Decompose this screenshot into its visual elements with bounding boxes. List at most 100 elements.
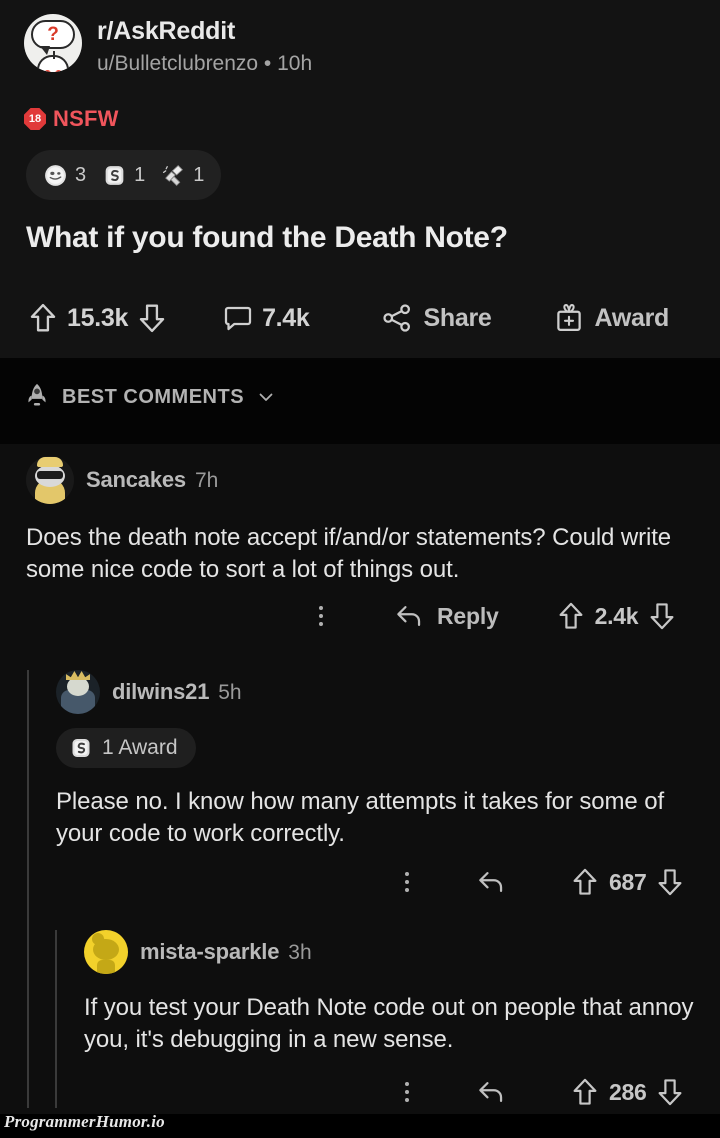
bubble-tail-shape [40,46,50,55]
comments-list: Sancakes 7h Does the death note accept if… [0,444,720,1114]
post-header: ? r/AskReddit u/Bulletclubrenzo • 10h [24,14,312,76]
share-button[interactable]: Share [381,303,492,333]
comment-action-bar: 286 [396,1077,684,1107]
snoo-eye-right [55,70,62,72]
comment-body: If you test your Death Note code out on … [84,994,694,1053]
comment-header: mista-sparkle 3h [84,930,720,974]
post-header-text: r/AskReddit u/Bulletclubrenzo • 10h [97,14,312,76]
avatar-hat-shape [37,457,63,467]
upvote-arrow-icon[interactable] [571,1077,599,1107]
more-options-icon[interactable] [310,606,332,626]
comment-author[interactable]: mista-sparkle 3h [140,939,312,965]
post-container: ? r/AskReddit u/Bulletclubrenzo • 10h 18… [0,0,720,358]
comment-header: dilwins21 5h [56,670,716,714]
avatar-crown-shape [66,671,90,680]
comment-action-bar: 687 [396,867,684,897]
comment-score: 687 [609,868,647,895]
upvote-arrow-icon[interactable] [571,867,599,897]
mista-sparkle-snoo-avatar[interactable] [84,930,128,974]
post-action-bar: 15.3k 7.4k Share Award [28,302,669,334]
downvote-arrow-icon[interactable] [137,302,167,334]
silver-coin-award-icon [45,164,66,186]
comment-author-name: Sancakes [86,467,186,492]
downvote-arrow-icon[interactable] [656,1077,684,1107]
post-comments-button[interactable]: 7.4k [223,303,318,333]
comment-age: 7h [194,469,219,492]
upvote-arrow-icon[interactable] [28,302,58,334]
reply-button[interactable] [476,1079,519,1105]
comments-sort-bar: BEST COMMENTS [0,358,720,444]
award-count: 1 [193,163,205,186]
snoo-head-shape [37,51,69,72]
award-label: Award [594,303,670,332]
upvote-arrow-icon[interactable] [557,601,585,631]
comment-awards-row: 1 Award [56,728,716,768]
comment-age: 5h [218,681,242,704]
subreddit-name[interactable]: r/AskReddit [97,17,312,47]
award-count: 3 [75,163,87,186]
rocket-icon [28,383,46,406]
comment-author[interactable]: Sancakes 7h [86,467,218,493]
downvote-arrow-icon[interactable] [656,867,684,897]
comment-header: Sancakes 7h [26,456,716,504]
sort-selector[interactable]: BEST COMMENTS [24,382,276,412]
nsfw-tag: 18 NSFW [24,106,119,132]
askreddit-snoo-question-avatar[interactable]: ? [24,14,82,72]
post-score: 15.3k [67,303,129,332]
nsfw-18-badge-icon: 18 [24,108,46,130]
dilwins21-knight-avatar[interactable] [56,670,100,714]
thread-line-depth-2[interactable] [55,930,57,1108]
comment-item: dilwins21 5h 1 Award Please no. I know ho… [56,670,716,850]
nsfw-label: NSFW [53,106,119,131]
avatar-torso-shape [97,960,115,974]
snoo-antenna-shape [53,51,55,59]
reply-arrow-icon [397,606,421,626]
comment-author-name: mista-sparkle [140,939,280,964]
award-entry[interactable]: 3 [43,163,86,188]
reply-button[interactable]: Reply [394,603,499,630]
comment-body: Please no. I know how many attempts it t… [56,788,665,847]
silver-s-award-icon [105,165,124,185]
reply-arrow-icon [479,1082,503,1102]
post-vote-group: 15.3k [28,302,167,334]
reply-button[interactable] [476,869,519,895]
reply-arrow-icon [479,872,503,892]
downvote-arrow-icon[interactable] [648,601,676,631]
comment-item: mista-sparkle 3h If you test your Death N… [84,930,720,1056]
comment-body: Does the death note accept if/and/or sta… [26,524,672,583]
chevron-down-icon[interactable] [256,387,276,407]
more-options-icon[interactable] [396,872,418,892]
thread-line-depth-1[interactable] [27,670,29,1108]
avatar-head-shape [93,939,119,960]
comment-author-name: dilwins21 [112,679,210,704]
share-node-icon [382,304,410,332]
gift-award-icon [556,304,581,331]
comment-author[interactable]: dilwins21 5h [112,679,242,705]
award-count: 1 [134,163,146,186]
comment-award-text: 1 Award [102,736,178,759]
snoo-eye-left [44,70,51,72]
watermark: ProgrammerHumor.io [4,1112,165,1131]
comment-score: 2.4k [594,602,639,629]
question-mark-bubble: ? [31,20,75,49]
reddit-post-screen: ? r/AskReddit u/Bulletclubrenzo • 10h 18… [0,0,720,1138]
sort-label: BEST COMMENTS [62,385,245,408]
post-awards-pill[interactable]: 3 1 1 [26,150,222,200]
more-options-icon[interactable] [396,1082,418,1102]
reply-label: Reply [437,602,499,629]
award-button[interactable]: Award [554,302,669,334]
comment-age: 3h [288,941,312,964]
award-entry[interactable]: 1 [102,163,145,188]
comment-bubble-icon [224,306,252,331]
sancakes-snoo-sunglasses-avatar[interactable] [26,456,74,504]
avatar-sunglasses-shape [37,471,63,479]
award-entry[interactable]: 1 [161,163,204,188]
comment-award-pill[interactable]: 1 Award [56,728,196,768]
post-title[interactable]: What if you found the Death Note? [26,220,686,256]
silver-s-award-icon [72,739,90,757]
clapping-hands-award-icon [163,164,184,186]
post-author-and-age: u/Bulletclubrenzo • 10h [97,51,313,75]
post-comment-count: 7.4k [262,303,310,332]
comment-item: Sancakes 7h Does the death note accept if… [26,456,716,586]
comment-action-bar: Reply 2.4k [310,601,676,631]
